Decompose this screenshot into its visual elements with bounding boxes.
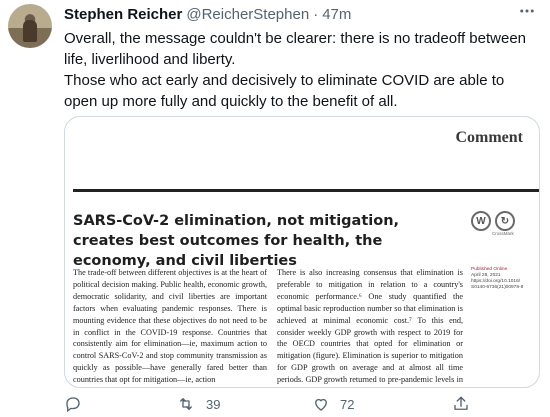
w-badge-icon: W [471, 211, 491, 231]
more-icon[interactable] [518, 2, 536, 20]
media-card[interactable]: Comment SARS-CoV-2 elimination, not miti… [64, 116, 540, 388]
retweet-count: 39 [206, 396, 221, 412]
reply-icon [64, 395, 82, 413]
tweet-header: Stephen Reicher @ReicherStephen · 47m [64, 6, 351, 26]
share-icon [452, 395, 470, 413]
tweet-paragraph-1: Overall, the message couldn't be clearer… [64, 30, 527, 68]
section-label: Comment [455, 129, 523, 146]
heart-icon [312, 395, 330, 413]
crossmark-icon: ↻ [495, 211, 515, 231]
avatar[interactable] [8, 4, 52, 48]
body-column-2: There is also increasing consensus that … [277, 268, 463, 385]
tweet-text: Overall, the message couldn't be clearer… [64, 28, 540, 112]
header-rule [73, 189, 539, 192]
badges: W ↻ [471, 211, 515, 231]
publication-meta: Published Online April 28, 2021 https://… [471, 267, 539, 291]
separator: · [313, 6, 319, 23]
doi-id: S0140-6736(21)00978-8 [471, 285, 524, 290]
like-button[interactable]: 72 [312, 395, 354, 413]
retweet-icon [176, 395, 196, 413]
retweet-button[interactable]: 39 [176, 395, 220, 413]
reply-button[interactable] [64, 395, 82, 413]
body-column-1: The trade-off between different objectiv… [73, 268, 267, 385]
timestamp[interactable]: 47m [322, 6, 351, 23]
share-button[interactable] [452, 395, 470, 413]
author-handle[interactable]: @ReicherStephen [186, 6, 309, 23]
crossmark-label: CrossMark [492, 231, 514, 236]
author-name[interactable]: Stephen Reicher [64, 6, 182, 23]
tweet-paragraph-2: Those who act early and decisively to el… [64, 72, 505, 110]
action-bar: 39 72 [64, 394, 540, 414]
like-count: 72 [340, 396, 355, 412]
paper-title: SARS-CoV-2 elimination, not mitigation, … [73, 213, 400, 269]
